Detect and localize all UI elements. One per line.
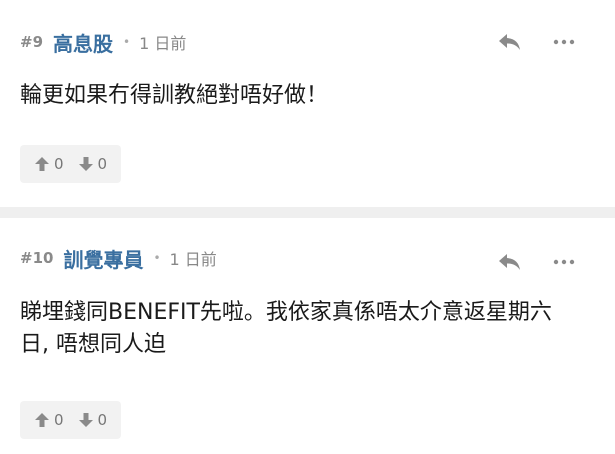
reply-icon — [499, 254, 520, 270]
upvote-button[interactable]: 0 — [34, 155, 64, 173]
meta-separator: • — [123, 35, 131, 49]
upvote-count: 0 — [54, 155, 64, 173]
reply-icon — [499, 34, 520, 50]
comment-number[interactable]: #9 — [20, 33, 43, 51]
downvote-icon — [78, 413, 93, 427]
comment-divider — [0, 207, 615, 218]
more-options-button[interactable] — [549, 250, 579, 274]
more-dots-icon — [553, 259, 575, 265]
more-dots-icon — [553, 39, 575, 45]
comment-actions — [495, 250, 579, 274]
comment-body: 睇埋錢同BENEFIT先啦。我依家真係唔太介意返星期六日, 唔想同人迫 — [20, 300, 552, 357]
comment-body: 輪更如果冇得訓教絕對唔好做！ — [20, 83, 329, 108]
upvote-icon — [35, 413, 49, 427]
comment-username[interactable]: 訓覺專員 — [63, 244, 143, 273]
comment-username[interactable]: 高息股 — [53, 28, 113, 57]
upvote-count: 0 — [54, 411, 64, 429]
upvote-icon — [35, 157, 49, 171]
downvote-count: 0 — [97, 155, 108, 173]
downvote-count: 0 — [97, 411, 108, 429]
vote-bar: 0 0 — [20, 401, 122, 439]
reply-button[interactable] — [495, 30, 525, 54]
meta-separator: • — [153, 251, 161, 265]
comment-actions — [495, 30, 579, 54]
downvote-button[interactable]: 0 — [78, 411, 108, 429]
comment-card: #9 高息股 • 1 日前 輪更如果冇得訓教絕對唔好做！ 0 0 — [0, 0, 615, 207]
more-options-button[interactable] — [549, 30, 579, 54]
upvote-button[interactable]: 0 — [34, 411, 64, 429]
vote-bar: 0 0 — [20, 145, 122, 183]
downvote-button[interactable]: 0 — [78, 155, 108, 173]
comment-time: 1 日前 — [169, 250, 217, 269]
comment-time: 1 日前 — [139, 34, 187, 53]
downvote-icon — [78, 157, 93, 171]
reply-button[interactable] — [495, 250, 525, 274]
comment-number[interactable]: #10 — [20, 249, 53, 267]
